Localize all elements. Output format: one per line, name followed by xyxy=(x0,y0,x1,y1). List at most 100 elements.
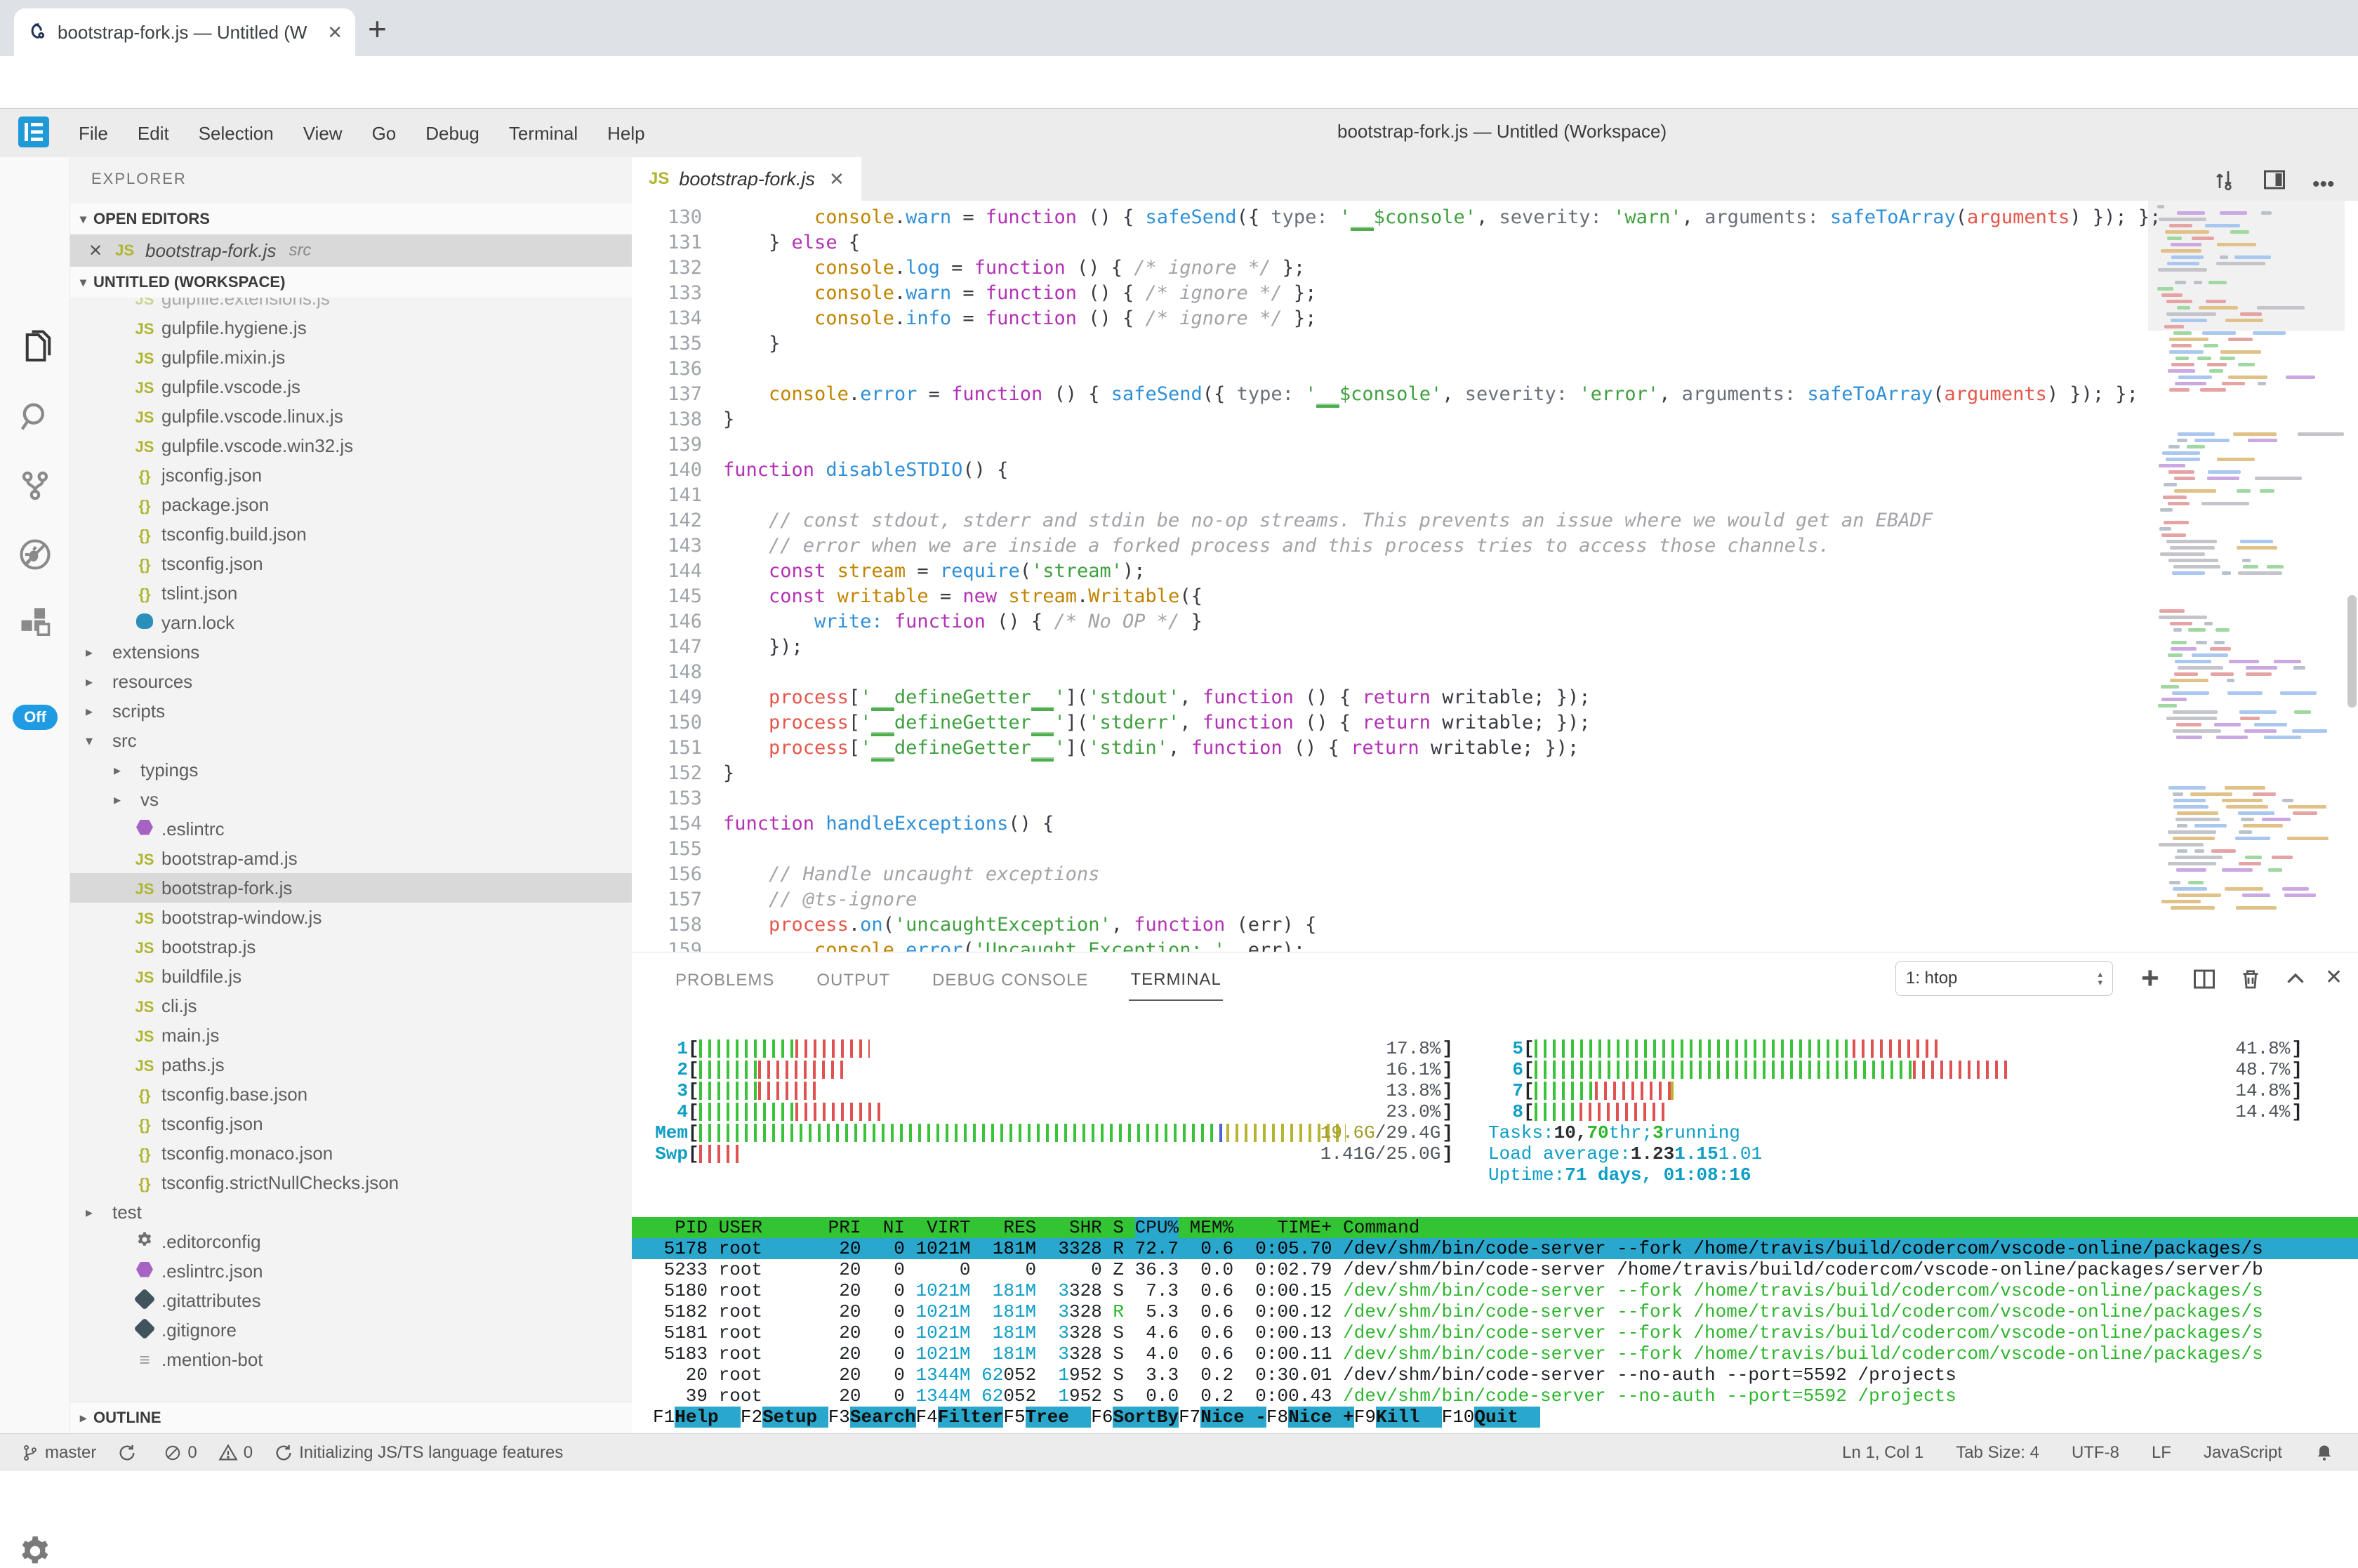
code-line-149[interactable]: 149 process['__defineGetter__']('stdout'… xyxy=(632,685,2358,710)
code-line-147[interactable]: 147 }); xyxy=(632,634,2358,660)
explorer-icon[interactable] xyxy=(0,328,70,366)
code-line-135[interactable]: 135 } xyxy=(632,331,2358,357)
tree-item-paths.js[interactable]: JSpaths.js xyxy=(70,1050,632,1079)
code-line-132[interactable]: 132 console.log = function () { /* ignor… xyxy=(632,255,2358,281)
source-control-icon[interactable] xyxy=(0,467,70,504)
eol[interactable]: LF xyxy=(2152,1443,2171,1463)
tree-item-bootstrap-fork.js[interactable]: JSbootstrap-fork.js xyxy=(70,873,632,903)
tree-item-bootstrap.js[interactable]: JSbootstrap.js xyxy=(70,932,632,962)
code-line-134[interactable]: 134 console.info = function () { /* igno… xyxy=(632,306,2358,331)
panel-tab-terminal[interactable]: TERMINAL xyxy=(1129,956,1222,1001)
tree-item-gulpfile.mixin.js[interactable]: JSgulpfile.mixin.js xyxy=(70,343,632,372)
tree-item-yarn.lock[interactable]: yarn.lock xyxy=(70,608,632,637)
tree-item-extensions[interactable]: ▸extensions xyxy=(70,637,632,667)
tree-item-resources[interactable]: ▸resources xyxy=(70,667,632,696)
tree-item-gulpfile.vscode.js[interactable]: JSgulpfile.vscode.js xyxy=(70,372,632,401)
code-line-145[interactable]: 145 const writable = new stream.Writable… xyxy=(632,584,2358,609)
tree-item-tsconfig.json[interactable]: {}tsconfig.json xyxy=(70,1109,632,1138)
tree-item-gulpfile.vscode.win32.js[interactable]: JSgulpfile.vscode.win32.js xyxy=(70,431,632,460)
tree-item-.editorconfig[interactable]: .editorconfig xyxy=(70,1227,632,1256)
code-line-143[interactable]: 143 // error when we are inside a forked… xyxy=(632,533,2358,559)
terminal-select[interactable]: 1: htop ▴▾ xyxy=(1895,961,2113,996)
tree-item-src[interactable]: ▾src xyxy=(70,726,632,755)
debug-disabled-icon[interactable] xyxy=(0,536,70,573)
menu-terminal[interactable]: Terminal xyxy=(509,123,578,144)
minimap[interactable] xyxy=(2152,201,2341,952)
tree-item-buildfile.js[interactable]: JSbuildfile.js xyxy=(70,962,632,991)
code-line-155[interactable]: 155 xyxy=(632,837,2358,862)
menu-go[interactable]: Go xyxy=(372,123,397,144)
extensions-icon[interactable] xyxy=(0,605,70,642)
tree-item-package.json[interactable]: {}package.json xyxy=(70,490,632,519)
htop-function-key-bar[interactable]: F1Help F2Setup F3SearchF4FilterF5Tree F6… xyxy=(632,1407,2358,1428)
code-line-156[interactable]: 156 // Handle uncaught exceptions xyxy=(632,862,2358,887)
tree-item-.gitignore[interactable]: .gitignore xyxy=(70,1315,632,1345)
tree-item-tsconfig.base.json[interactable]: {}tsconfig.base.json xyxy=(70,1079,632,1109)
outline-header[interactable]: ▸ OUTLINE xyxy=(70,1402,632,1433)
tree-item-tsconfig.build.json[interactable]: {}tsconfig.build.json xyxy=(70,519,632,549)
code-line-153[interactable]: 153 xyxy=(632,786,2358,811)
tree-item-bootstrap-amd.js[interactable]: JSbootstrap-amd.js xyxy=(70,844,632,873)
encoding[interactable]: UTF-8 xyxy=(2072,1443,2119,1463)
code-line-150[interactable]: 150 process['__defineGetter__']('stderr'… xyxy=(632,710,2358,736)
tree-item-.mention-bot[interactable]: ≡.mention-bot xyxy=(70,1345,632,1374)
compare-changes-icon[interactable] xyxy=(2211,167,2237,196)
panel-tab-debug-console[interactable]: DEBUG CONSOLE xyxy=(931,957,1089,1000)
workspace-header[interactable]: ▾ UNTITLED (WORKSPACE) xyxy=(70,267,632,298)
panel-tab-problems[interactable]: PROBLEMS xyxy=(674,957,776,1000)
tab-size[interactable]: Tab Size: 4 xyxy=(1956,1443,2039,1463)
code-line-139[interactable]: 139 xyxy=(632,432,2358,458)
language-mode[interactable]: JavaScript xyxy=(2204,1443,2282,1463)
split-editor-icon[interactable] xyxy=(2262,167,2287,196)
split-terminal-icon[interactable] xyxy=(2192,966,2217,995)
tree-item-.gitattributes[interactable]: .gitattributes xyxy=(70,1286,632,1315)
tree-item-scripts[interactable]: ▸scripts xyxy=(70,696,632,726)
menu-debug[interactable]: Debug xyxy=(425,123,479,144)
sync-item[interactable] xyxy=(117,1443,143,1463)
browser-tab[interactable]: bootstrap-fork.js — Untitled (W ✕ xyxy=(14,8,355,56)
open-editors-header[interactable]: ▾ OPEN EDITORS xyxy=(70,204,632,234)
code-area[interactable]: 130 console.warn = function () { safeSen… xyxy=(632,201,2358,952)
git-branch-item[interactable]: master xyxy=(21,1443,96,1463)
close-icon[interactable]: ✕ xyxy=(88,241,102,261)
tree-item-.eslintrc.json[interactable]: .eslintrc.json xyxy=(70,1256,632,1286)
code-line-140[interactable]: 140function disableSTDIO() { xyxy=(632,458,2358,483)
tree-item-tsconfig.strictNullChecks.json[interactable]: {}tsconfig.strictNullChecks.json xyxy=(70,1168,632,1197)
tree-item-.eslintrc[interactable]: .eslintrc xyxy=(70,814,632,844)
close-icon[interactable]: ✕ xyxy=(829,168,844,190)
tree-item-gulpfile.hygiene.js[interactable]: JSgulpfile.hygiene.js xyxy=(70,313,632,343)
tree-item-bootstrap-window.js[interactable]: JSbootstrap-window.js xyxy=(70,903,632,932)
menu-view[interactable]: View xyxy=(303,123,343,144)
tree-item-tslint.json[interactable]: {}tslint.json xyxy=(70,578,632,608)
editor-scrollbar[interactable] xyxy=(2347,595,2357,707)
menu-selection[interactable]: Selection xyxy=(199,123,274,144)
htop-process-table[interactable]: PID USER PRI NI VIRT RES SHR S CPU% MEM%… xyxy=(632,1217,2358,1407)
code-line-133[interactable]: 133 console.warn = function () { /* igno… xyxy=(632,281,2358,306)
tree-item-test[interactable]: ▸test xyxy=(70,1197,632,1227)
code-line-146[interactable]: 146 write: function () { /* No OP */ } xyxy=(632,609,2358,634)
maximize-panel-icon[interactable] xyxy=(2283,966,2308,995)
code-line-151[interactable]: 151 process['__defineGetter__']('stdin',… xyxy=(632,736,2358,761)
close-panel-icon[interactable]: ✕ xyxy=(2325,965,2343,990)
tree-item-gulpfile.extensions.js[interactable]: JSgulpfile.extensions.js xyxy=(70,298,632,313)
bell-icon[interactable] xyxy=(2314,1443,2340,1463)
cursor-position[interactable]: Ln 1, Col 1 xyxy=(1842,1443,1923,1463)
tree-item-jsconfig.json[interactable]: {}jsconfig.json xyxy=(70,460,632,490)
new-tab-button[interactable]: + xyxy=(368,13,387,45)
code-line-141[interactable]: 141 xyxy=(632,483,2358,508)
menu-help[interactable]: Help xyxy=(607,123,644,144)
code-line-152[interactable]: 152} xyxy=(632,761,2358,786)
code-line-131[interactable]: 131 } else { xyxy=(632,230,2358,255)
errors-item[interactable]: 0 xyxy=(164,1443,197,1463)
tree-item-main.js[interactable]: JSmain.js xyxy=(70,1021,632,1050)
code-line-137[interactable]: 137 console.error = function () { safeSe… xyxy=(632,382,2358,407)
menu-edit[interactable]: Edit xyxy=(138,123,169,144)
kill-terminal-icon[interactable] xyxy=(2238,966,2263,995)
editor-tab[interactable]: JS bootstrap-fork.js ✕ xyxy=(632,157,861,201)
tree-item-gulpfile.vscode.linux.js[interactable]: JSgulpfile.vscode.linux.js xyxy=(70,401,632,431)
tree-item-typings[interactable]: ▸typings xyxy=(70,755,632,785)
tree-item-vs[interactable]: ▸vs xyxy=(70,785,632,814)
menu-file[interactable]: File xyxy=(79,123,108,144)
panel-tab-output[interactable]: OUTPUT xyxy=(815,957,892,1000)
code-line-138[interactable]: 138} xyxy=(632,407,2358,432)
